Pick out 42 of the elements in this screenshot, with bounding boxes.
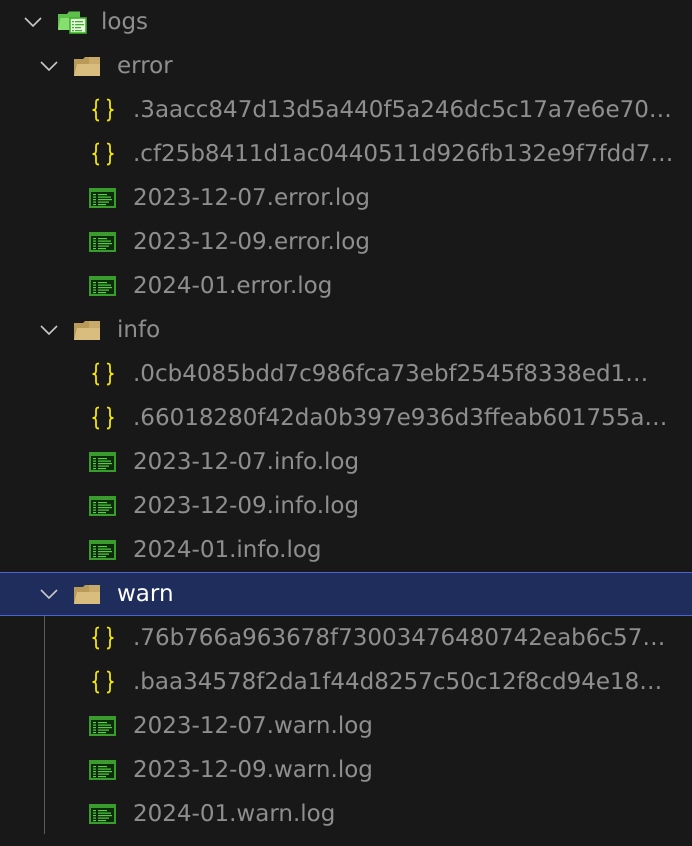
log-file-icon [89, 760, 116, 780]
chevron-down-icon[interactable] [40, 325, 58, 335]
curly-braces-icon [91, 362, 115, 386]
log-file-icon [89, 496, 116, 516]
file-tree-item[interactable]: 2023-12-09.warn.log [0, 748, 692, 792]
folder-tree-item[interactable]: logs [0, 0, 692, 44]
file-tree-item[interactable]: 2023-12-07.warn.log [0, 704, 692, 748]
folder-icon [73, 56, 101, 76]
log-file-icon [89, 804, 116, 824]
folder-icon [73, 584, 101, 604]
file-tree-item[interactable]: .3aacc847d13d5a440f5a246dc5c17a7e6e70… [0, 88, 692, 132]
log-file-icon [89, 452, 116, 472]
folder-icon [73, 320, 101, 340]
file-tree-item[interactable]: 2023-12-09.error.log [0, 220, 692, 264]
file-tree-item[interactable]: 2023-12-07.info.log [0, 440, 692, 484]
file-tree-item[interactable]: .baa34578f2da1f44d8257c50c12f8cd94e18… [0, 660, 692, 704]
folder-tree-item[interactable]: error [0, 44, 692, 88]
log-file-icon [89, 232, 116, 252]
chevron-down-icon[interactable] [24, 17, 42, 27]
log-file-icon [89, 540, 116, 560]
curly-braces-icon [91, 98, 115, 122]
curly-braces-icon [91, 406, 115, 430]
curly-braces-icon [91, 670, 115, 694]
curly-braces-icon [91, 626, 115, 650]
file-tree-item[interactable]: .0cb4085bdd7c986fca73ebf2545f8338ed1… [0, 352, 692, 396]
curly-braces-icon [91, 142, 115, 166]
chevron-down-icon[interactable] [40, 61, 58, 71]
file-tree-item[interactable]: .76b766a963678f73003476480742eab6c57… [0, 616, 692, 660]
file-tree-item[interactable]: 2024-01.error.log [0, 264, 692, 308]
file-tree-item[interactable]: 2023-12-09.info.log [0, 484, 692, 528]
chevron-down-icon[interactable] [40, 589, 58, 599]
log-file-icon [89, 188, 116, 208]
file-tree-item[interactable]: 2024-01.info.log [0, 528, 692, 572]
file-tree-item[interactable]: 2024-01.warn.log [0, 792, 692, 836]
log-file-icon [89, 716, 116, 736]
log-file-icon [89, 276, 116, 296]
folder-document-icon [57, 10, 87, 34]
folder-tree-item[interactable]: warn [0, 572, 692, 616]
file-tree-item[interactable]: .66018280f42da0b397e936d3ffeab601755a… [0, 396, 692, 440]
folder-tree-item[interactable]: info [0, 308, 692, 352]
file-tree-item[interactable]: 2023-12-07.error.log [0, 176, 692, 220]
file-tree-item[interactable]: .cf25b8411d1ac0440511d926fb132e9f7fdd7… [0, 132, 692, 176]
